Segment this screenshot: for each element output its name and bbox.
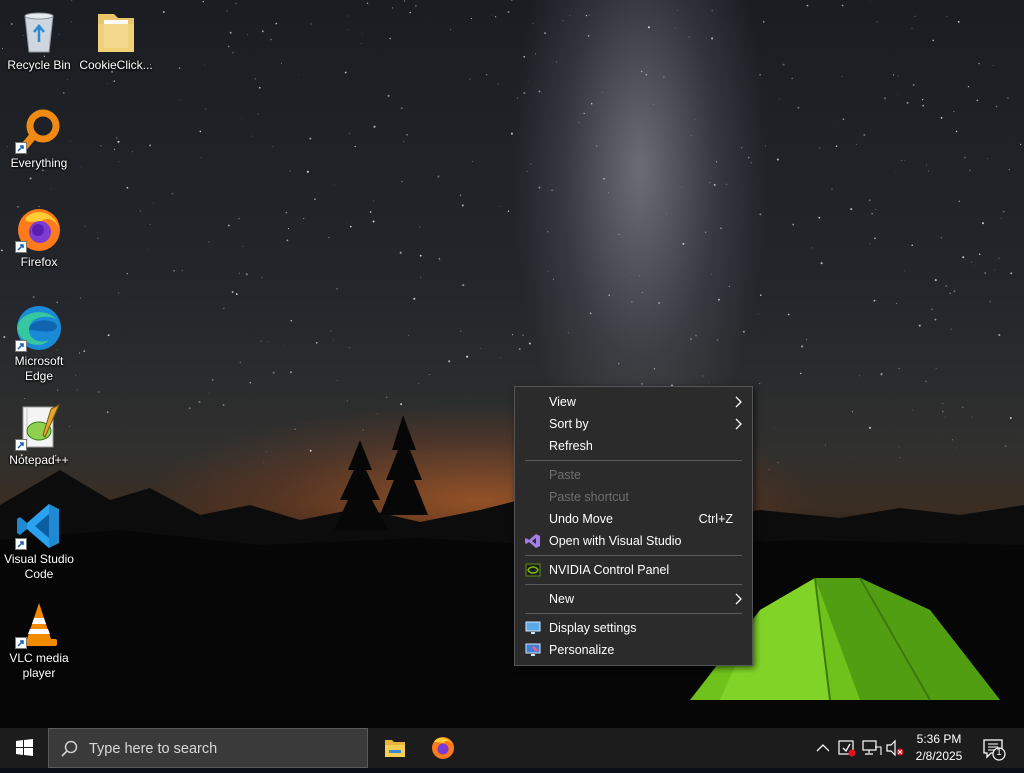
file-explorer-icon: [371, 728, 419, 768]
vscode-icon: [15, 502, 63, 550]
desktop-icon-label: CookieClick...: [78, 58, 154, 73]
wallpaper-scenery: [0, 0, 1024, 728]
notification-count-badge: 1: [996, 747, 1002, 757]
desktop-icon-notepadpp[interactable]: Notepad++: [1, 403, 77, 468]
menu-separator: [525, 555, 742, 556]
personalize-icon: [525, 643, 541, 657]
taskbar-firefox[interactable]: [419, 728, 467, 768]
menu-item-label: Undo Move: [549, 512, 613, 526]
shortcut-arrow-icon: [15, 340, 27, 352]
volume-muted-icon: [884, 728, 906, 768]
menu-item-new[interactable]: New: [515, 588, 752, 610]
search-placeholder: Type here to search: [89, 729, 217, 769]
visual-studio-icon: [525, 534, 541, 548]
tray-show-hidden-icons[interactable]: [812, 728, 834, 768]
action-center-button[interactable]: 1: [978, 728, 1024, 768]
firefox-icon: [15, 205, 63, 253]
menu-item-view[interactable]: View: [515, 391, 752, 413]
desktop-icon-vlc[interactable]: VLC media player: [1, 601, 77, 681]
desktop-icon-label: Notepad++: [1, 453, 77, 468]
menu-item-nvidia-control-panel[interactable]: NVIDIA Control Panel: [515, 559, 752, 581]
taskbar-clock[interactable]: 5:36 PM 2/8/2025: [906, 731, 972, 765]
desktop-icon-label: Visual Studio Code: [1, 552, 77, 582]
desktop-icon-label: Microsoft Edge: [1, 354, 77, 384]
menu-item-label: Paste: [549, 468, 581, 482]
menu-item-label: Refresh: [549, 439, 593, 453]
desktop-wallpaper[interactable]: Recycle Bin CookieClick... Everything: [0, 0, 1024, 728]
menu-item-refresh[interactable]: Refresh: [515, 435, 752, 457]
recycle-bin-icon: [15, 8, 63, 56]
menu-separator: [525, 460, 742, 461]
chevron-right-icon: [735, 418, 743, 430]
shortcut-arrow-icon: [15, 241, 27, 253]
menu-item-shortcut: Ctrl+Z: [699, 508, 733, 530]
menu-item-label: New: [549, 592, 574, 606]
clock-date: 2/8/2025: [906, 748, 972, 765]
clock-time: 5:36 PM: [906, 731, 972, 748]
menu-item-paste-shortcut: Paste shortcut: [515, 486, 752, 508]
shortcut-arrow-icon: [15, 439, 27, 451]
menu-item-label: Sort by: [549, 417, 589, 431]
chevron-up-icon: [812, 728, 834, 768]
everything-search-icon: [15, 106, 63, 154]
start-button[interactable]: [0, 728, 48, 768]
edge-icon: [15, 304, 63, 352]
search-icon: [61, 740, 79, 758]
menu-item-label: Display settings: [549, 621, 637, 635]
menu-item-paste: Paste: [515, 464, 752, 486]
display-icon: [525, 621, 541, 635]
tray-security[interactable]: [835, 728, 859, 768]
menu-item-undo-move[interactable]: Undo Move Ctrl+Z: [515, 508, 752, 530]
desktop-icon-recycle-bin[interactable]: Recycle Bin: [1, 8, 77, 73]
vlc-icon: [15, 601, 63, 649]
taskbar: Type here to search: [0, 728, 1024, 768]
menu-item-label: NVIDIA Control Panel: [549, 563, 669, 577]
desktop-icon-label: Firefox: [1, 255, 77, 270]
menu-item-label: Personalize: [549, 643, 614, 657]
network-icon: [860, 728, 884, 768]
desktop-icon-cookieclick[interactable]: CookieClick...: [78, 8, 154, 73]
menu-item-personalize[interactable]: Personalize: [515, 639, 752, 661]
menu-separator: [525, 584, 742, 585]
desktop-icon-everything[interactable]: Everything: [1, 106, 77, 171]
tray-volume[interactable]: [884, 728, 906, 768]
desktop-icon-edge[interactable]: Microsoft Edge: [1, 304, 77, 384]
taskbar-search-box[interactable]: Type here to search: [48, 728, 368, 768]
menu-separator: [525, 613, 742, 614]
menu-item-sort-by[interactable]: Sort by: [515, 413, 752, 435]
desktop-icon-label: Recycle Bin: [1, 58, 77, 73]
security-icon: [835, 728, 859, 768]
shortcut-arrow-icon: [15, 637, 27, 649]
desktop-icon-label: VLC media player: [1, 651, 77, 681]
taskbar-file-explorer[interactable]: [371, 728, 419, 768]
desktop-icon-label: Everything: [1, 156, 77, 171]
nvidia-icon: [525, 563, 541, 577]
chevron-right-icon: [735, 396, 743, 408]
menu-item-label: View: [549, 395, 576, 409]
shortcut-arrow-icon: [15, 538, 27, 550]
menu-item-open-with-visual-studio[interactable]: Open with Visual Studio: [515, 530, 752, 552]
desktop-icon-vscode[interactable]: Visual Studio Code: [1, 502, 77, 582]
windows-logo-icon: [0, 728, 48, 768]
tray-network[interactable]: [860, 728, 884, 768]
folder-icon: [92, 8, 140, 56]
menu-item-label: Paste shortcut: [549, 490, 629, 504]
shortcut-arrow-icon: [15, 142, 27, 154]
notepadpp-icon: [15, 403, 63, 451]
desktop-icon-firefox[interactable]: Firefox: [1, 205, 77, 270]
desktop-context-menu: View Sort by Refresh Paste Paste shortcu…: [514, 386, 753, 666]
firefox-icon: [419, 728, 467, 768]
menu-item-label: Open with Visual Studio: [549, 534, 682, 548]
menu-item-display-settings[interactable]: Display settings: [515, 617, 752, 639]
chevron-right-icon: [735, 593, 743, 605]
